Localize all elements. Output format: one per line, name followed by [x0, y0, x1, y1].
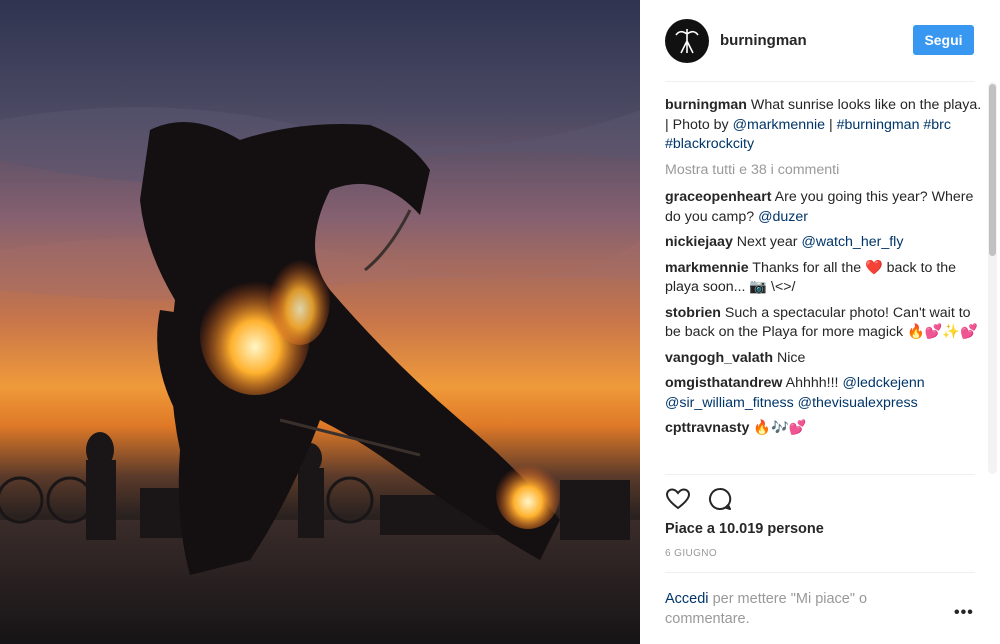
scrollbar-thumb[interactable] [989, 84, 996, 256]
header-username[interactable]: burningman [720, 32, 807, 49]
burning-man-logo-icon [675, 29, 699, 54]
comment-username[interactable]: stobrien [665, 305, 721, 321]
list-item: nickiejaay Next year @watch_her_fly [665, 233, 987, 253]
post-header: burningman Segui [640, 0, 1000, 82]
comment-mention[interactable]: @watch_her_fly [801, 234, 903, 250]
list-item: omgisthatandrew Ahhhh!!! @ledckejenn @si… [665, 374, 987, 413]
divider [665, 572, 975, 573]
comment-username[interactable]: cpttravnasty [665, 420, 749, 436]
caption-username[interactable]: burningman [665, 97, 747, 113]
comment-text: Ahhhh!!! [785, 375, 839, 391]
caption-separator: | [825, 116, 837, 133]
heart-icon[interactable] [665, 486, 691, 512]
post-photo[interactable] [0, 0, 640, 644]
comment-text: Next year [736, 234, 798, 250]
post-actions [665, 486, 733, 512]
login-link[interactable]: Accedi [665, 591, 709, 607]
caption: burningman What sunrise looks like on th… [665, 96, 987, 155]
comment-icon[interactable] [707, 486, 733, 512]
comments-list: burningman What sunrise looks like on th… [665, 96, 987, 474]
follow-button[interactable]: Segui [913, 25, 974, 55]
show-all-comments-link[interactable]: Mostra tutti e 38 i commenti [665, 161, 987, 181]
more-options-icon[interactable]: ••• [954, 604, 974, 622]
comment-mention[interactable]: @duzer [758, 209, 808, 225]
comment-username[interactable]: nickiejaay [665, 234, 733, 250]
avatar[interactable] [665, 19, 709, 63]
list-item: markmennie Thanks for all the ❤️ back to… [665, 259, 987, 298]
list-item: graceopenheart Are you going this year? … [665, 188, 987, 227]
list-item: stobrien Such a spectacular photo! Can't… [665, 304, 987, 343]
list-item: vangogh_valath Nice [665, 349, 987, 369]
instagram-post: burningman Segui burningman What sunrise… [0, 0, 1000, 644]
comment-username[interactable]: graceopenheart [665, 189, 771, 205]
list-item: cpttravnasty 🔥🎶💕 [665, 419, 987, 439]
divider [665, 81, 975, 82]
fire-performer-photo [0, 107, 640, 644]
caption-mention[interactable]: @markmennie [733, 117, 825, 133]
post-sidebar: burningman Segui burningman What sunrise… [640, 0, 1000, 644]
comment-text: 🔥🎶💕 [753, 420, 807, 436]
comment-username[interactable]: omgisthatandrew [665, 375, 782, 391]
post-date: 6 GIUGNO [665, 548, 718, 559]
comment-username[interactable]: vangogh_valath [665, 350, 773, 366]
likes-count[interactable]: Piace a 10.019 persone [665, 521, 824, 537]
login-prompt: Accedi per mettere "Mi piace" o commenta… [665, 590, 935, 629]
comment-text: Nice [776, 349, 806, 366]
divider [665, 474, 975, 475]
comment-username[interactable]: markmennie [665, 260, 749, 276]
